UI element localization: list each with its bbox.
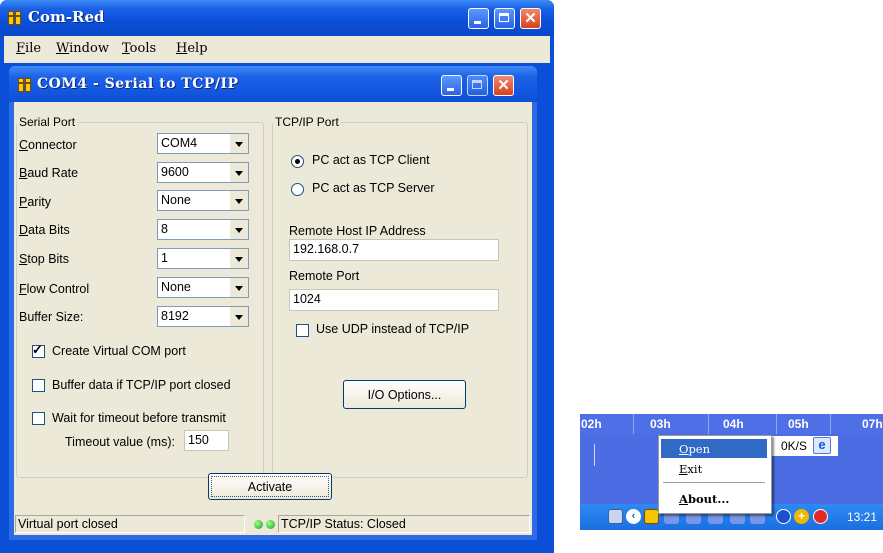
- com-red-tray-icon[interactable]: [644, 509, 659, 524]
- dropdown-arrow-icon[interactable]: [229, 134, 248, 153]
- status-left-pane: Virtual port closed: [15, 515, 245, 533]
- hour-label: 02h: [581, 417, 602, 431]
- clock: 13:21: [846, 510, 877, 524]
- buffer-size-select[interactable]: 8192: [157, 306, 249, 327]
- hour-label: 05h: [788, 417, 809, 431]
- check-icon: ✓: [32, 342, 43, 357]
- led-green-icon: [266, 520, 275, 529]
- create-virtual-checkbox[interactable]: ✓: [32, 342, 45, 358]
- minimize-button[interactable]: [468, 8, 489, 29]
- tcp-server-label: PC act as TCP Server: [312, 181, 435, 195]
- serial-port-group-title: Serial Port: [17, 115, 78, 129]
- ctx-open[interactable]: Open: [661, 439, 767, 458]
- dialog-body: Serial Port Connector COM4 Baud Rate 960…: [14, 102, 532, 535]
- shield-icon[interactable]: [813, 509, 828, 524]
- child-title-bar[interactable]: COM4 - Serial to TCP/IP ✕: [9, 66, 537, 102]
- menu-bar: File Window Tools Help: [4, 36, 550, 63]
- dropdown-arrow-icon[interactable]: [229, 220, 248, 239]
- wait-timeout-label: Wait for timeout before transmit: [52, 411, 226, 425]
- stop-bits-label: Stop Bits: [19, 252, 70, 266]
- tcp-status: TCP/IP Status: Closed: [281, 517, 406, 531]
- serial-to-tcp-window: COM4 - Serial to TCP/IP ✕ Serial Port Co…: [9, 66, 537, 540]
- io-options-label: I/O Options...: [367, 388, 442, 402]
- flow-control-select[interactable]: None: [157, 277, 249, 298]
- ctx-about[interactable]: About...: [661, 489, 767, 508]
- hour-tick: [633, 414, 634, 434]
- hour-label: 03h: [650, 417, 671, 431]
- buffer-data-checkbox[interactable]: [32, 379, 45, 392]
- menu-help[interactable]: Help: [176, 41, 208, 56]
- app-title: Com-Red: [28, 8, 105, 26]
- dropdown-arrow-icon[interactable]: [229, 191, 248, 210]
- chevron-left-icon[interactable]: ‹: [626, 509, 641, 524]
- bluetooth-icon[interactable]: [776, 509, 791, 524]
- activate-button[interactable]: Activate: [208, 473, 332, 500]
- timeout-input[interactable]: 150: [184, 430, 229, 451]
- child-minimize-button[interactable]: [441, 75, 462, 96]
- use-udp-label: Use UDP instead of TCP/IP: [316, 322, 470, 336]
- network-speed: 0K/S: [781, 439, 808, 453]
- io-options-button[interactable]: I/O Options...: [343, 380, 466, 409]
- stop-bits-select[interactable]: 1: [157, 248, 249, 269]
- tcp-server-radio[interactable]: [291, 183, 304, 196]
- timeout-label: Timeout value (ms):: [65, 435, 175, 449]
- close-icon: ✕: [497, 77, 510, 94]
- led-green-icon: [254, 520, 263, 529]
- child-maximize-button[interactable]: [467, 75, 488, 96]
- flow-control-label: Flow Control: [19, 282, 90, 296]
- remote-host-label: Remote Host IP Address: [289, 224, 426, 238]
- close-button[interactable]: ✕: [520, 8, 541, 29]
- menu-tools[interactable]: Tools: [122, 41, 156, 56]
- data-bits-label: Data Bits: [19, 223, 70, 237]
- parity-select[interactable]: None: [157, 190, 249, 211]
- status-bar: Virtual port closed TCP/IP Status: Close…: [14, 512, 532, 535]
- child-title: COM4 - Serial to TCP/IP: [37, 76, 239, 92]
- remote-host-input[interactable]: 192.168.0.7: [289, 239, 499, 261]
- parity-label: Parity: [19, 195, 51, 209]
- dropdown-arrow-icon[interactable]: [229, 163, 248, 182]
- hour-label: 04h: [723, 417, 744, 431]
- close-icon: ✕: [524, 10, 537, 27]
- connector-label: Connector: [19, 138, 77, 152]
- data-bits-select[interactable]: 8: [157, 219, 249, 240]
- time-scale: 02h 03h 04h 05h 07h: [580, 414, 883, 434]
- tcp-client-radio[interactable]: [291, 155, 304, 168]
- tray-context-menu: Open Exit About...: [658, 435, 772, 514]
- remote-port-input[interactable]: 1024: [289, 289, 499, 311]
- child-close-button[interactable]: ✕: [493, 75, 514, 96]
- app-icon: [8, 10, 22, 25]
- app-window: Com-Red ✕ File Window Tools Help COM4 - …: [0, 0, 554, 553]
- wait-timeout-checkbox[interactable]: [32, 412, 45, 425]
- create-virtual-label: Create Virtual COM port: [52, 344, 186, 358]
- menu-file[interactable]: File: [16, 41, 41, 56]
- dropdown-arrow-icon[interactable]: [229, 278, 248, 297]
- child-app-icon: [18, 77, 32, 92]
- hour-tick: [776, 414, 777, 434]
- hour-tick: [708, 414, 709, 434]
- plus-icon[interactable]: +: [794, 509, 809, 524]
- hour-label: 07h: [862, 417, 883, 431]
- connector-select[interactable]: COM4: [157, 133, 249, 154]
- tcp-client-label: PC act as TCP Client: [312, 153, 430, 167]
- tcp-port-group-title: TCP/IP Port: [273, 115, 341, 129]
- use-udp-checkbox[interactable]: [296, 324, 309, 337]
- hour-tick: [830, 414, 831, 434]
- activate-label: Activate: [247, 480, 293, 494]
- status-right-pane: TCP/IP Status: Closed: [278, 515, 530, 533]
- menu-window[interactable]: Window: [56, 41, 109, 56]
- keyboard-icon[interactable]: [608, 509, 623, 524]
- buffer-size-label: Buffer Size:: [19, 310, 84, 324]
- ctx-exit[interactable]: Exit: [661, 459, 767, 478]
- virtual-port-status: Virtual port closed: [18, 517, 118, 531]
- baud-rate-select[interactable]: 9600: [157, 162, 249, 183]
- ctx-separator: [663, 482, 765, 483]
- dropdown-arrow-icon[interactable]: [229, 249, 248, 268]
- buffer-data-label: Buffer data if TCP/IP port closed: [52, 378, 231, 392]
- maximize-button[interactable]: [494, 8, 515, 29]
- ie-icon[interactable]: e: [813, 437, 831, 454]
- remote-port-label: Remote Port: [289, 269, 360, 283]
- baud-rate-label: Baud Rate: [19, 166, 79, 180]
- app-title-bar[interactable]: Com-Red ✕: [0, 0, 554, 36]
- dropdown-arrow-icon[interactable]: [229, 307, 248, 326]
